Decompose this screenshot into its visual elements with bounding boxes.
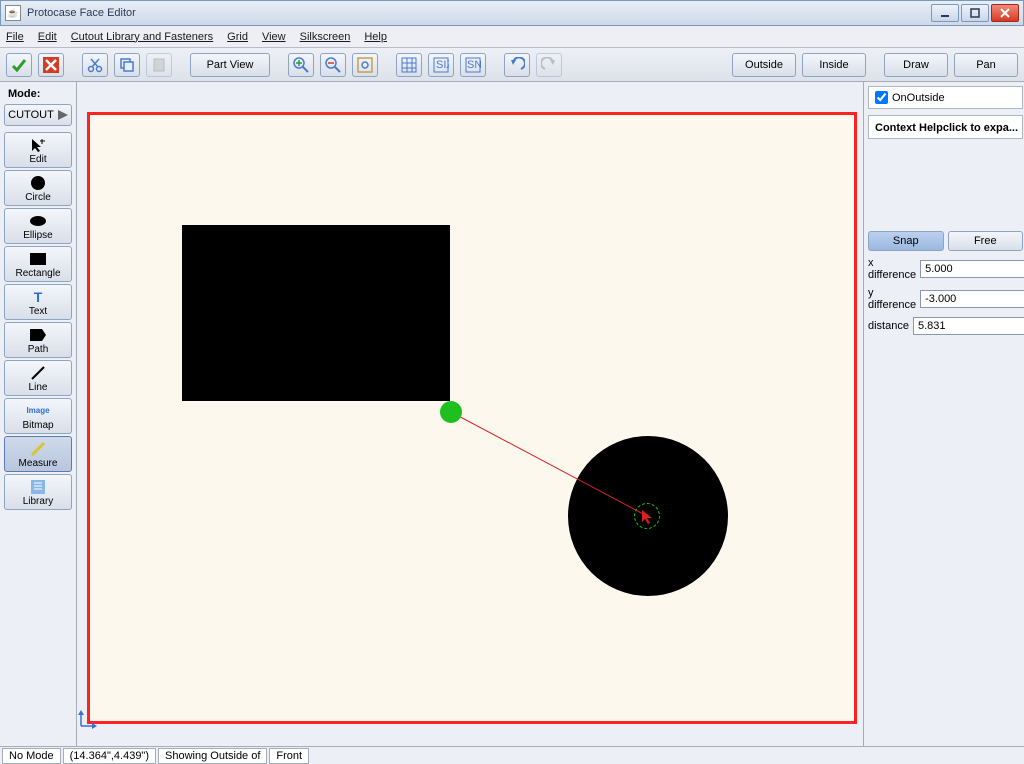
status-coords: (14.364",4.439") bbox=[63, 748, 156, 764]
snap-button[interactable]: SNAP bbox=[460, 53, 486, 77]
cutout-mode-button[interactable]: CUTOUT bbox=[4, 104, 72, 126]
size-button[interactable]: SIZE bbox=[428, 53, 454, 77]
copy-button[interactable] bbox=[114, 53, 140, 77]
free-mode-button[interactable]: Free bbox=[948, 231, 1024, 251]
menu-view[interactable]: View bbox=[262, 31, 286, 43]
part-view-button[interactable]: Part View bbox=[190, 53, 270, 77]
cancel-button[interactable] bbox=[38, 53, 64, 77]
snap-mode-button[interactable]: Snap bbox=[868, 231, 944, 251]
menu-grid[interactable]: Grid bbox=[227, 31, 248, 43]
paste-button bbox=[146, 53, 172, 77]
ok-button[interactable] bbox=[6, 53, 32, 77]
origin-icon bbox=[77, 710, 97, 730]
properties-panel: OnOutside Context Helpclick to expa... S… bbox=[863, 82, 1024, 746]
close-button[interactable] bbox=[991, 4, 1019, 22]
menu-file[interactable]: File bbox=[6, 31, 24, 43]
status-face: Front bbox=[269, 748, 309, 764]
status-bar: No Mode (14.364",4.439") Showing Outside… bbox=[0, 746, 1024, 764]
redo-button bbox=[536, 53, 562, 77]
draw-button[interactable]: Draw bbox=[884, 53, 948, 77]
x-diff-input[interactable] bbox=[920, 260, 1024, 278]
line-tool[interactable]: Line bbox=[4, 360, 72, 396]
on-outside-checkbox[interactable]: OnOutside bbox=[868, 86, 1023, 109]
rectangle-shape[interactable] bbox=[182, 225, 450, 401]
path-tool[interactable]: Path bbox=[4, 322, 72, 358]
menu-bar: File Edit Cutout Library and Fasteners G… bbox=[0, 26, 1024, 48]
tool-panel: Mode: CUTOUT Edit Circle Ellipse Rectang… bbox=[0, 82, 77, 746]
cut-button[interactable] bbox=[82, 53, 108, 77]
status-showing: Showing Outside of bbox=[158, 748, 267, 764]
window-title: Protocase Face Editor bbox=[27, 7, 931, 19]
minimize-button[interactable] bbox=[931, 4, 959, 22]
title-bar: ☕ Protocase Face Editor bbox=[0, 0, 1024, 26]
menu-edit[interactable]: Edit bbox=[38, 31, 57, 43]
context-help[interactable]: Context Helpclick to expa... bbox=[868, 115, 1023, 139]
ellipse-tool[interactable]: Ellipse bbox=[4, 208, 72, 244]
zoom-fit-button[interactable] bbox=[352, 53, 378, 77]
svg-text:SIZE: SIZE bbox=[436, 59, 449, 71]
canvas[interactable] bbox=[87, 112, 857, 724]
y-diff-label: y difference bbox=[868, 287, 916, 311]
menu-help[interactable]: Help bbox=[364, 31, 387, 43]
menu-cutout[interactable]: Cutout Library and Fasteners bbox=[71, 31, 213, 43]
play-icon bbox=[58, 110, 68, 120]
distance-label: distance bbox=[868, 320, 909, 332]
measure-start-point[interactable] bbox=[440, 401, 462, 423]
status-mode: No Mode bbox=[2, 748, 61, 764]
circle-tool[interactable]: Circle bbox=[4, 170, 72, 206]
maximize-button[interactable] bbox=[961, 4, 989, 22]
toolbar: Part View SIZE SNAP Outside Inside Draw … bbox=[0, 48, 1024, 82]
on-outside-check[interactable] bbox=[875, 91, 888, 104]
measure-tool[interactable]: Measure bbox=[4, 436, 72, 472]
rectangle-tool[interactable]: Rectangle bbox=[4, 246, 72, 282]
measure-line bbox=[90, 115, 854, 721]
library-tool[interactable]: Library bbox=[4, 474, 72, 510]
canvas-area bbox=[77, 82, 863, 746]
y-diff-input[interactable] bbox=[920, 290, 1024, 308]
zoom-out-button[interactable] bbox=[320, 53, 346, 77]
undo-button[interactable] bbox=[504, 53, 530, 77]
edit-tool[interactable]: Edit bbox=[4, 132, 72, 168]
pan-button[interactable]: Pan bbox=[954, 53, 1018, 77]
java-icon: ☕ bbox=[5, 5, 21, 21]
distance-input[interactable] bbox=[913, 317, 1024, 335]
text-tool[interactable]: T Text bbox=[4, 284, 72, 320]
zoom-in-button[interactable] bbox=[288, 53, 314, 77]
outside-button[interactable]: Outside bbox=[732, 53, 796, 77]
cursor-icon bbox=[642, 510, 656, 524]
bitmap-tool[interactable]: Image Bitmap bbox=[4, 398, 72, 434]
inside-button[interactable]: Inside bbox=[802, 53, 866, 77]
grid-button[interactable] bbox=[396, 53, 422, 77]
svg-text:SNAP: SNAP bbox=[467, 59, 481, 71]
mode-header: Mode: bbox=[4, 86, 72, 102]
x-diff-label: x difference bbox=[868, 257, 916, 281]
menu-silkscreen[interactable]: Silkscreen bbox=[300, 31, 351, 43]
